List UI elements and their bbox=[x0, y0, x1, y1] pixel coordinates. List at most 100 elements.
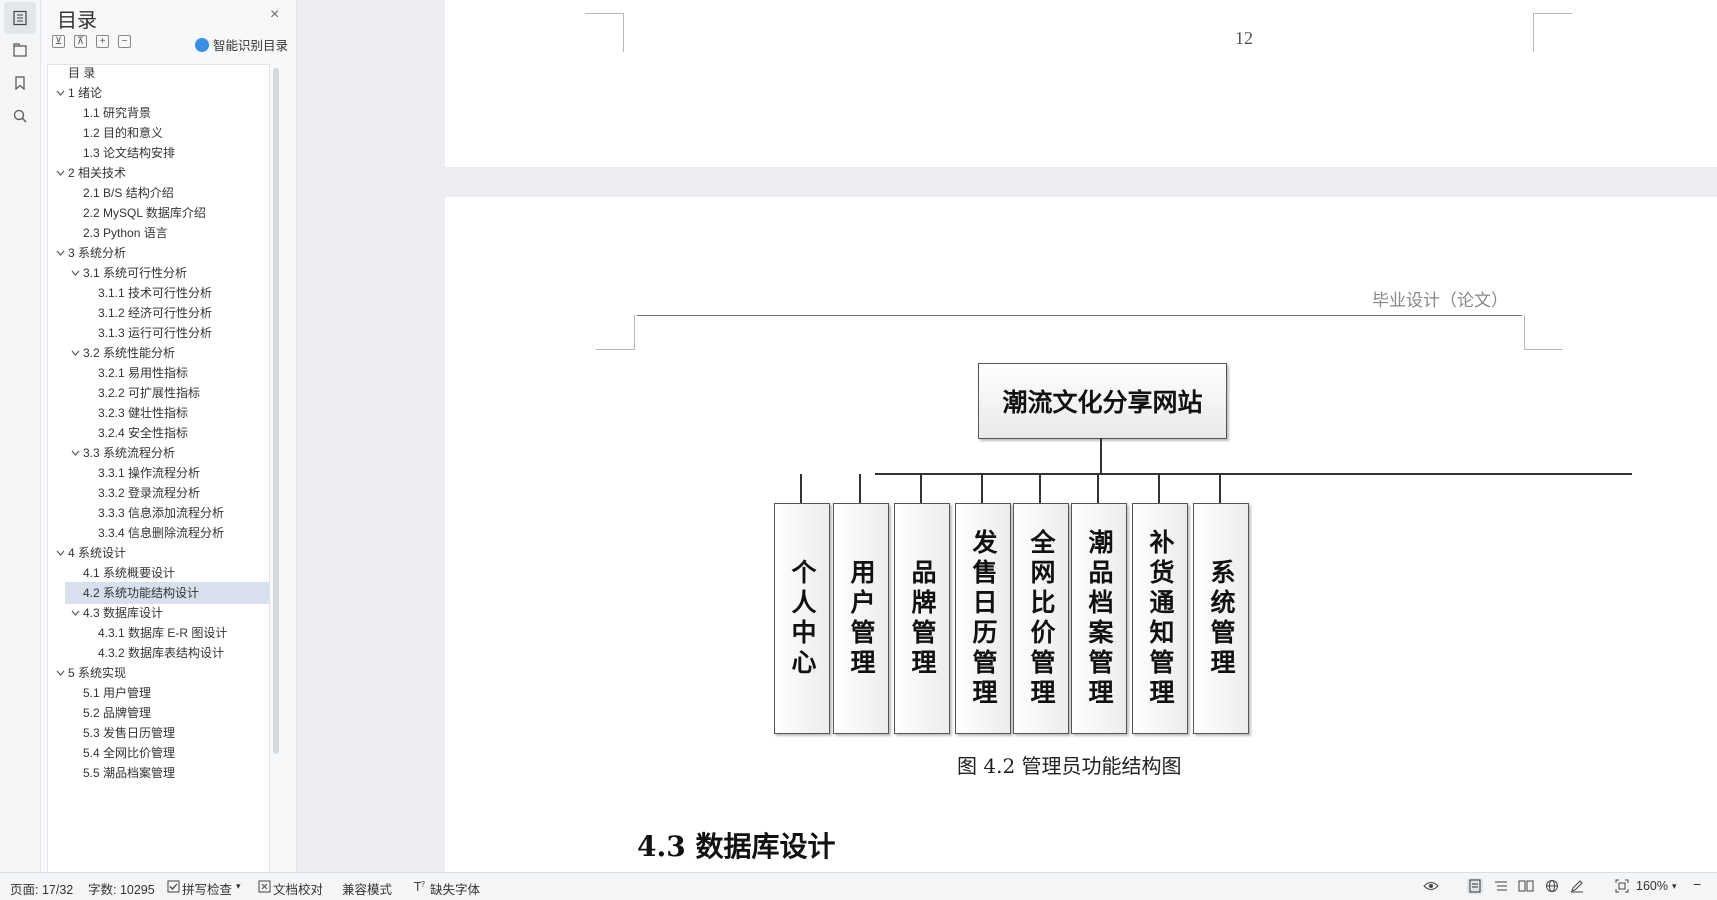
toc-item-label: 4.3.2 数据库表结构设计 bbox=[98, 646, 225, 660]
toc-item-label: 3.1 系统可行性分析 bbox=[83, 266, 188, 280]
chevron-down-icon[interactable]: ▾ bbox=[1672, 881, 1677, 892]
outline-tree-icon[interactable] bbox=[4, 34, 36, 66]
spellcheck-icon bbox=[165, 878, 181, 894]
connector bbox=[920, 474, 922, 503]
missing-font-button[interactable]: 缺失字体 bbox=[430, 879, 480, 898]
toc-item-label: 2.3 Python 语言 bbox=[83, 226, 168, 240]
toc-item-label: 4.2 系统功能结构设计 bbox=[83, 586, 200, 600]
web-view-icon[interactable] bbox=[1544, 878, 1560, 894]
toc-item-label: 3.1.2 经济可行性分析 bbox=[98, 306, 213, 320]
smart-toc-button[interactable]: 智能识别目录 bbox=[195, 35, 288, 54]
toc-item-label: 3 系统分析 bbox=[68, 246, 127, 260]
zoom-out-button[interactable]: − bbox=[1693, 876, 1701, 892]
connector bbox=[1039, 474, 1041, 503]
toc-item-label: 5.1 用户管理 bbox=[83, 686, 152, 700]
diagram-child-label: 品牌管理 bbox=[908, 558, 937, 679]
page-number: 12 bbox=[1235, 28, 1253, 48]
compat-mode[interactable]: 兼容模式 bbox=[342, 879, 392, 898]
eye-protection-icon[interactable] bbox=[1423, 878, 1439, 894]
diagram-child-node: 潮品档案管理 bbox=[1071, 503, 1127, 734]
reading-view-icon[interactable] bbox=[1518, 878, 1534, 894]
toc-item-label: 3.1.1 技术可行性分析 bbox=[98, 286, 213, 300]
chevron-down-icon[interactable] bbox=[68, 348, 82, 359]
toc-item-label: 1.2 目的和意义 bbox=[83, 126, 164, 140]
crop-mark bbox=[1533, 13, 1572, 52]
toc-item-label: 目 录 bbox=[68, 66, 96, 80]
diagram-child-node: 个人中心 bbox=[774, 503, 830, 734]
toc-item-label: 3.3.4 信息删除流程分析 bbox=[98, 526, 225, 540]
chevron-down-icon[interactable] bbox=[68, 608, 82, 619]
section-heading: 4.3 数据库设计 bbox=[637, 830, 836, 863]
crop-mark bbox=[596, 315, 635, 350]
toc-item-label: 3.3.2 登录流程分析 bbox=[98, 486, 201, 500]
connector bbox=[1158, 474, 1160, 503]
left-rail bbox=[0, 0, 41, 872]
diagram-child-label: 系统管理 bbox=[1207, 558, 1236, 679]
diagram-child-label: 补货通知管理 bbox=[1146, 528, 1175, 709]
diagram-child-label: 全网比价管理 bbox=[1027, 528, 1056, 709]
toc-item-label: 2 相关技术 bbox=[68, 166, 127, 180]
bookmark-icon[interactable] bbox=[4, 67, 36, 99]
missing-font-icon: T? bbox=[412, 878, 428, 894]
toc-item-label: 1 绪论 bbox=[68, 86, 103, 100]
toc-item-label: 5.5 潮品档案管理 bbox=[83, 766, 176, 780]
toc-item-label: 3.3.3 信息添加流程分析 bbox=[98, 506, 225, 520]
diagram-child-node: 系统管理 bbox=[1193, 503, 1249, 734]
connector bbox=[1100, 438, 1102, 474]
search-icon[interactable] bbox=[4, 100, 36, 132]
toc-item-label: 3.2.1 易用性指标 bbox=[98, 366, 189, 380]
toc-item[interactable]: 4.2 系统功能结构设计 bbox=[65, 582, 270, 604]
toc-icon[interactable] bbox=[4, 2, 36, 34]
chevron-down-icon[interactable] bbox=[53, 88, 67, 99]
toc-title: 目录 bbox=[57, 10, 97, 32]
chevron-down-icon[interactable] bbox=[68, 268, 82, 279]
svg-text:?: ? bbox=[421, 880, 425, 889]
diagram-child-node: 补货通知管理 bbox=[1132, 503, 1188, 734]
smart-toc-label: 智能识别目录 bbox=[213, 39, 289, 53]
chevron-down-icon[interactable] bbox=[53, 548, 67, 559]
add-entry-icon[interactable]: + bbox=[96, 35, 109, 48]
word-count[interactable]: 字数: 10295 bbox=[88, 879, 155, 898]
toc-item-label: 3.2.3 健壮性指标 bbox=[98, 406, 189, 420]
header-rule bbox=[637, 315, 1522, 316]
toc-item-label: 5 系统实现 bbox=[68, 666, 127, 680]
diagram-root-node: 潮流文化分享网站 bbox=[978, 363, 1227, 439]
collapse-all-icon[interactable]: ⊻ bbox=[52, 35, 65, 48]
toc-item-label: 4 系统设计 bbox=[68, 546, 127, 560]
zoom-level[interactable]: 160% bbox=[1636, 879, 1668, 893]
figure-caption: 图 4.2 管理员功能结构图 bbox=[957, 754, 1182, 778]
chevron-down-icon[interactable] bbox=[53, 248, 67, 259]
chevron-down-icon[interactable] bbox=[68, 448, 82, 459]
toc-item-label: 4.1 系统概要设计 bbox=[83, 566, 176, 580]
proofread-button[interactable]: 文档校对 bbox=[273, 879, 323, 898]
proofread-icon bbox=[256, 878, 272, 894]
toc-item-label: 2.1 B/S 结构介绍 bbox=[83, 186, 174, 200]
crop-mark bbox=[585, 13, 624, 52]
connector bbox=[800, 474, 802, 503]
pen-icon[interactable] bbox=[1569, 878, 1585, 894]
diagram-child-node: 发售日历管理 bbox=[955, 503, 1011, 734]
connector bbox=[981, 474, 983, 503]
toc-item-label: 3.3 系统流程分析 bbox=[83, 446, 176, 460]
chevron-down-icon[interactable] bbox=[53, 168, 67, 179]
page-view-icon[interactable] bbox=[1467, 878, 1483, 894]
fit-page-icon[interactable] bbox=[1614, 878, 1630, 894]
close-icon[interactable]: × bbox=[270, 6, 279, 24]
crop-mark bbox=[1524, 315, 1563, 350]
toc-item-label: 5.2 品牌管理 bbox=[83, 706, 152, 720]
expand-all-icon[interactable]: ⊼ bbox=[74, 35, 87, 48]
page-counter[interactable]: 页面: 17/32 bbox=[10, 879, 73, 898]
connector bbox=[1219, 474, 1221, 503]
toc-item-label: 4.3.1 数据库 E-R 图设计 bbox=[98, 626, 228, 640]
spellcheck-button[interactable]: 拼写检查 bbox=[182, 879, 232, 898]
diagram-child-label: 发售日历管理 bbox=[969, 528, 998, 709]
outline-view-icon[interactable] bbox=[1493, 878, 1509, 894]
page-previous: 12 bbox=[445, 0, 1717, 167]
remove-entry-icon[interactable]: − bbox=[118, 35, 131, 48]
diagram-child-label: 潮品档案管理 bbox=[1085, 528, 1114, 709]
status-bar: 页面: 17/32 字数: 10295 拼写检查 ▾ 文档校对 兼容模式 T? … bbox=[0, 872, 1717, 900]
toc-scrollbar[interactable] bbox=[273, 68, 279, 754]
chevron-down-icon[interactable] bbox=[53, 668, 67, 679]
chevron-down-icon[interactable]: ▾ bbox=[236, 881, 241, 892]
toc-item-label: 2.2 MySQL 数据库介绍 bbox=[83, 206, 206, 220]
